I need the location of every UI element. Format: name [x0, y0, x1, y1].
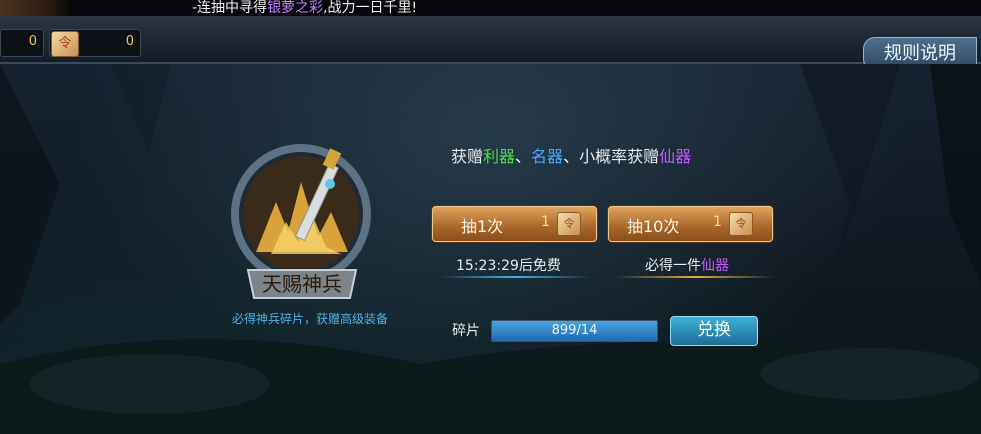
- ticker-highlight: 银萝之彩: [267, 0, 324, 16]
- scroll-icon: 令: [51, 31, 79, 57]
- top-bar: -连抽中寻得银萝之彩,战力一日千里!: [0, 0, 981, 16]
- guarantee-prefix: 必得一件: [645, 258, 701, 274]
- emblem-caption: 必得神兵碎片，获赠高级装备: [231, 312, 388, 326]
- scroll-icon: 令: [729, 212, 753, 236]
- intro-sep: 、: [515, 147, 532, 166]
- corner-emblem: [0, 0, 72, 16]
- shards-count: 899/14: [551, 323, 598, 338]
- draw-once-label: 抽1次: [461, 217, 504, 236]
- timer-underline: [440, 276, 590, 278]
- guarantee-underline: [615, 276, 775, 278]
- currency-value: 0: [28, 34, 37, 49]
- shards-label: 碎片: [452, 323, 480, 339]
- cave-background: [0, 64, 981, 434]
- intro-text-2: 小概率获赠: [579, 147, 660, 166]
- header-bar: 0 0 令 规则说明: [0, 16, 981, 71]
- draw-once-button[interactable]: 抽1次 1 令: [432, 206, 597, 242]
- tier-immortal: 仙器: [659, 147, 692, 166]
- exchange-button[interactable]: 兑换: [670, 316, 758, 346]
- guarantee-tier: 仙器: [701, 258, 729, 274]
- game-scene: [0, 64, 981, 434]
- draw-ten-label: 抽10次: [627, 217, 680, 236]
- tier-sharp: 利器: [483, 147, 516, 166]
- emblem-title: 天赐神兵: [262, 272, 342, 296]
- currency-value: 0: [125, 34, 134, 49]
- tier-famous: 名器: [531, 147, 564, 166]
- free-timer: 15:23:29后免费: [456, 258, 561, 274]
- ticker-suffix: ,战力一日千里!: [323, 0, 418, 16]
- guarantee-text: 必得一件仙器: [645, 255, 729, 275]
- announcement-ticker: -连抽中寻得银萝之彩,战力一日千里!: [192, 0, 417, 17]
- draw-ten-cost: 1: [713, 214, 722, 230]
- draw-once-cost: 1: [541, 214, 550, 230]
- reward-intro: 获赠利器、名器、小概率获赠仙器: [451, 143, 691, 167]
- scroll-icon: 令: [557, 212, 581, 236]
- currency-box-1: 0: [0, 29, 44, 57]
- draw-ten-button[interactable]: 抽10次 1 令: [608, 206, 773, 242]
- divine-weapon-emblem: 天赐神兵: [226, 142, 386, 306]
- intro-text: 获赠: [451, 147, 484, 166]
- ticker-text: -连抽中寻得: [192, 0, 268, 16]
- shards-progress-bar: 899/14: [491, 320, 658, 342]
- intro-sep: 、: [563, 147, 580, 166]
